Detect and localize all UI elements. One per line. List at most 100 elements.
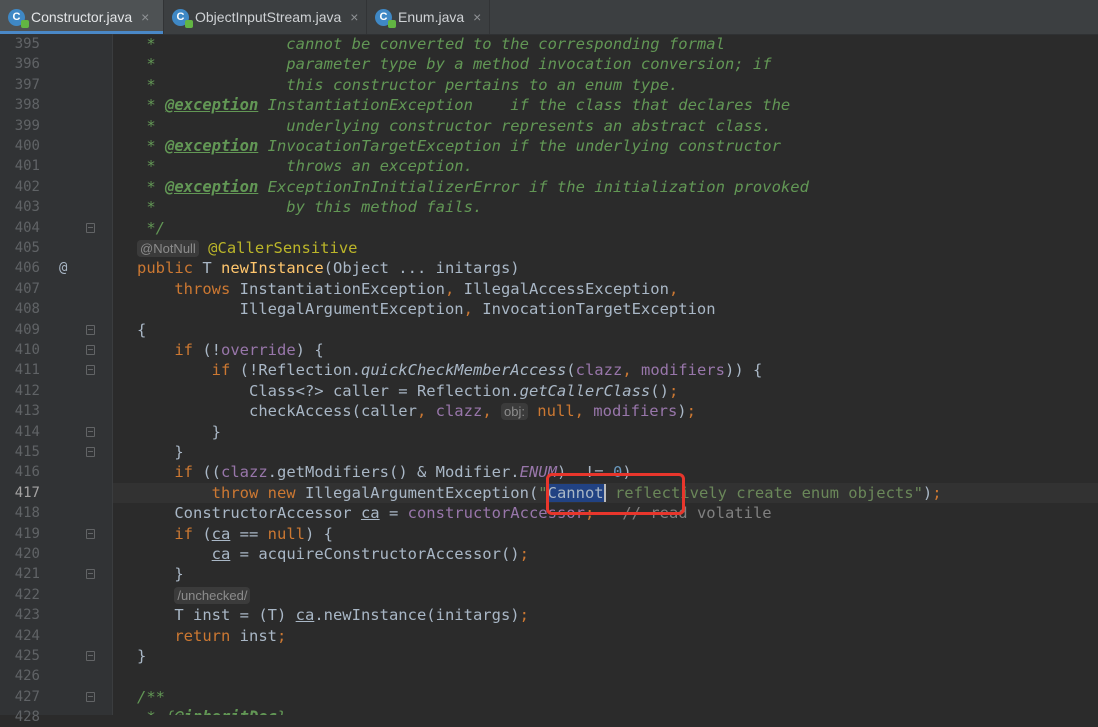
- code-line[interactable]: return inst;: [113, 626, 1098, 646]
- code-line[interactable]: * parameter type by a method invocation …: [113, 54, 1098, 74]
- fold-marker-icon[interactable]: [86, 447, 95, 457]
- line-number: 395: [14, 36, 40, 52]
- line-number: 416: [14, 464, 40, 481]
- fold-marker-icon[interactable]: [86, 651, 95, 661]
- code-line[interactable]: /**: [113, 687, 1098, 707]
- line-number: 396: [14, 56, 40, 73]
- fold-marker-icon[interactable]: [86, 691, 95, 702]
- close-icon[interactable]: ×: [141, 9, 149, 25]
- fold-marker-icon[interactable]: [86, 569, 95, 580]
- code-token: * cannot be converted to the correspondi…: [137, 35, 725, 53]
- code-text: }: [137, 442, 183, 462]
- java-class-icon: C: [375, 8, 396, 28]
- code-text: }: [137, 422, 221, 442]
- code-line[interactable]: * underlying constructor represents an a…: [113, 116, 1098, 136]
- code-line[interactable]: Class<?> caller = Reflection.getCallerCl…: [113, 381, 1098, 401]
- code-line[interactable]: * throws an exception.: [113, 156, 1098, 176]
- code-token: *: [137, 137, 165, 155]
- code-token: T inst = (T): [137, 606, 296, 625]
- code-token: /**: [137, 687, 165, 706]
- code-line[interactable]: if (!override) {: [113, 340, 1098, 360]
- code-line[interactable]: * @exception ExceptionInInitializerError…: [113, 177, 1098, 197]
- code-token: ,: [668, 279, 679, 298]
- code-line[interactable]: }: [113, 646, 1098, 666]
- fold-marker-icon[interactable]: [86, 345, 95, 355]
- fold-marker-icon[interactable]: [86, 365, 95, 376]
- code-line[interactable]: }: [113, 442, 1098, 462]
- code-line[interactable]: [113, 666, 1098, 686]
- code-token: InvocationTargetException if the underly…: [258, 137, 781, 155]
- code-token: * parameter type by a method invocation …: [137, 55, 772, 74]
- code-token: @exception: [165, 96, 259, 115]
- code-line[interactable]: throws InstantiationException, IllegalAc…: [113, 279, 1098, 299]
- code-line[interactable]: */: [113, 218, 1098, 238]
- code-token: Class<?> caller = Reflection.: [137, 381, 520, 400]
- code-line[interactable]: @NotNull @CallerSensitive: [113, 238, 1098, 258]
- code-line[interactable]: checkAccess(caller, clazz, obj: null, mo…: [113, 401, 1098, 421]
- code-line[interactable]: }: [113, 564, 1098, 584]
- code-token: InstantiationException: [239, 279, 445, 298]
- close-icon[interactable]: ×: [350, 9, 358, 25]
- code-text: * @exception InstantiationException if t…: [137, 95, 790, 115]
- fold-marker-icon[interactable]: [86, 324, 95, 335]
- code-token: throws: [137, 279, 240, 298]
- code-line[interactable]: {: [113, 320, 1098, 340]
- code-token: InvocationTargetException: [482, 300, 716, 319]
- code-line[interactable]: }: [113, 422, 1098, 442]
- override-marker-icon[interactable]: @: [59, 258, 67, 278]
- line-number: 421: [14, 566, 40, 583]
- code-token: ;: [668, 381, 679, 400]
- code-line[interactable]: * @exception InstantiationException if t…: [113, 95, 1098, 115]
- code-line[interactable]: if (ca == null) {: [113, 524, 1098, 544]
- code-line[interactable]: public T newInstance(Object ... initargs…: [113, 258, 1098, 278]
- editor-tab-bar: C Constructor.java × C ObjectInputStream.jav…: [0, 0, 1098, 35]
- code-text: if (!Reflection.quickCheckMemberAccess(c…: [137, 360, 763, 380]
- code-token: ,: [416, 402, 436, 421]
- code-text: * by this method fails.: [137, 197, 482, 217]
- code-line[interactable]: ca = acquireConstructorAccessor();: [113, 544, 1098, 564]
- line-number: 425: [14, 648, 40, 664]
- code-token: }: [137, 422, 221, 441]
- close-icon[interactable]: ×: [473, 9, 481, 25]
- code-token: }: [137, 647, 147, 665]
- code-token: {: [137, 320, 147, 339]
- code-line[interactable]: * cannot be converted to the correspondi…: [113, 34, 1098, 54]
- code-line[interactable]: * @exception InvocationTargetException i…: [113, 136, 1098, 156]
- code-token: (): [650, 381, 669, 400]
- code-line[interactable]: * {@inheritDoc}: [113, 707, 1098, 715]
- line-number: 428: [14, 709, 40, 726]
- code-line[interactable]: * this constructor pertains to an enum t…: [113, 75, 1098, 95]
- code-text: public T newInstance(Object ... initargs…: [137, 258, 520, 278]
- code-token: InstantiationException if the class that…: [258, 96, 791, 115]
- code-token: getCallerClass: [519, 381, 651, 400]
- tab-constructor-java[interactable]: C Constructor.java ×: [0, 0, 164, 34]
- tab-label: Constructor.java: [31, 9, 133, 25]
- code-token: if: [137, 524, 203, 543]
- code-line[interactable]: if (!Reflection.quickCheckMemberAccess(c…: [113, 360, 1098, 380]
- code-token: clazz: [221, 463, 268, 482]
- code-token: override: [221, 341, 296, 359]
- code-token: public: [137, 259, 203, 278]
- code-text: @NotNull @CallerSensitive: [137, 238, 357, 258]
- code-token: modifiers: [640, 361, 725, 380]
- tab-label: Enum.java: [398, 9, 465, 25]
- code-text: return inst;: [137, 626, 286, 646]
- line-number: 401: [14, 158, 40, 175]
- fold-marker-icon[interactable]: [86, 222, 95, 233]
- tab-objectinputstream-java[interactable]: C ObjectInputStream.java ×: [164, 0, 367, 34]
- code-token: IllegalArgumentException: [137, 300, 464, 319]
- line-number: 427: [14, 688, 40, 705]
- code-token: ) {: [295, 341, 324, 359]
- fold-marker-icon[interactable]: [86, 426, 95, 437]
- tab-enum-java[interactable]: C Enum.java ×: [367, 0, 490, 34]
- code-line[interactable]: T inst = (T) ca.newInstance(initargs);: [113, 605, 1098, 625]
- code-text: T inst = (T) ca.newInstance(initargs);: [137, 605, 529, 625]
- code-token: if: [137, 463, 203, 482]
- code-line[interactable]: /unchecked/: [113, 585, 1098, 605]
- code-line[interactable]: IllegalArgumentException, InvocationTarg…: [113, 299, 1098, 319]
- code-line[interactable]: * by this method fails.: [113, 197, 1098, 217]
- fold-marker-icon[interactable]: [86, 528, 95, 539]
- code-token: IllegalAccessException: [463, 279, 669, 298]
- code-editor[interactable]: * cannot be converted to the correspondi…: [113, 34, 1098, 715]
